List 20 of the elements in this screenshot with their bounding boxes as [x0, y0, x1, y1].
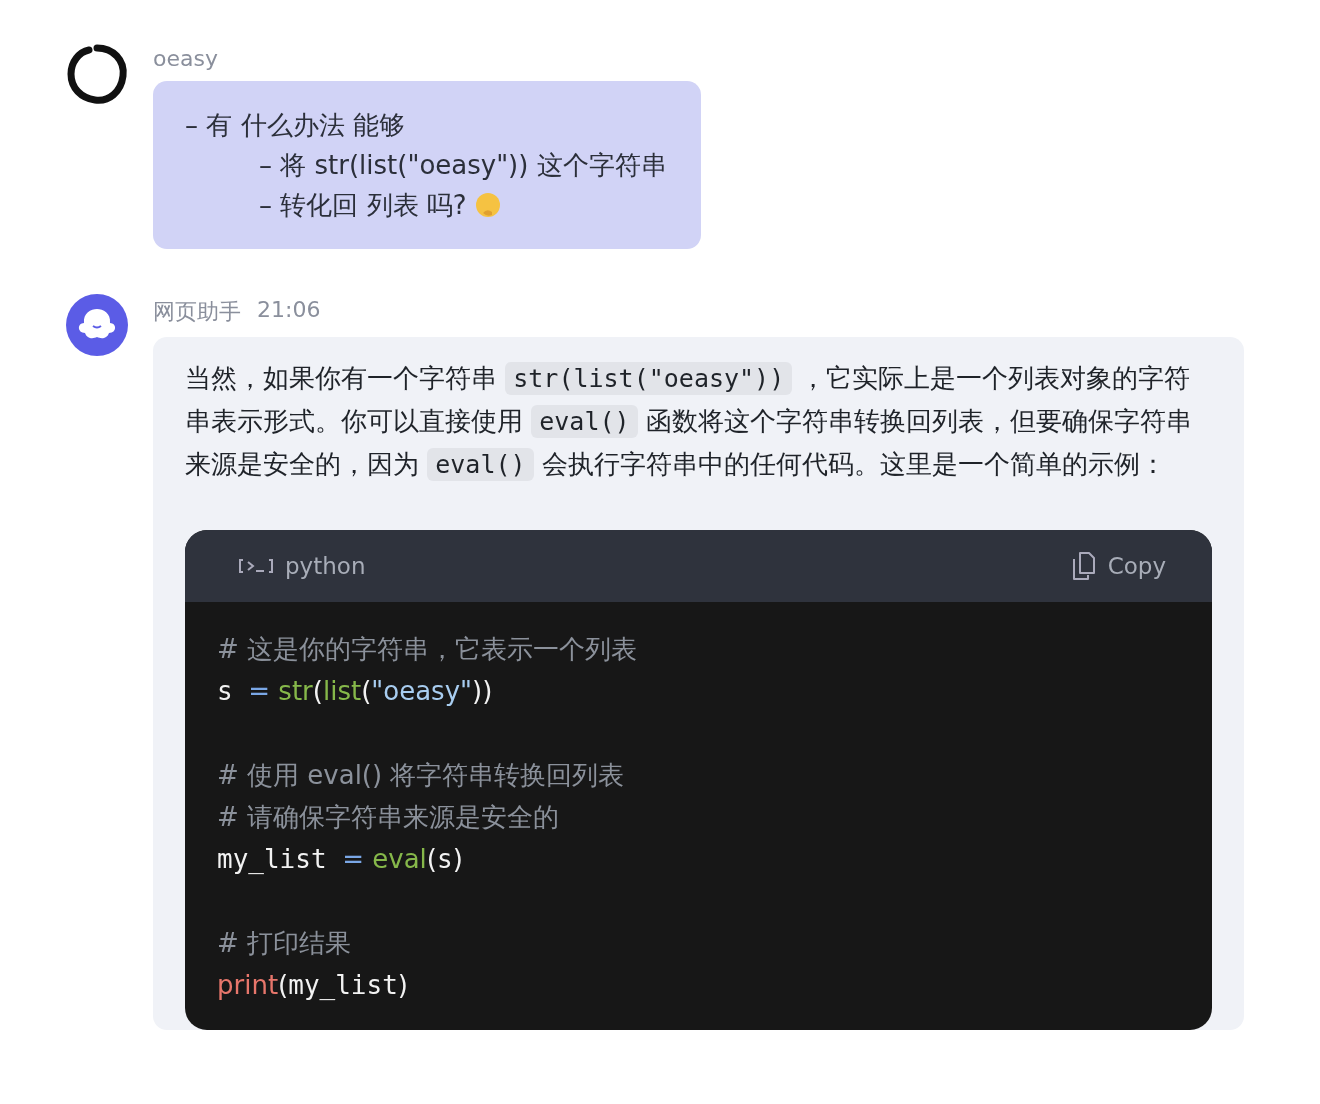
ink-circle-avatar	[65, 42, 129, 106]
message-line: – 将 str(list("oeasy")) 这个字符串	[259, 149, 667, 182]
code-line: # 这是你的字符串，它表示一个列表	[217, 633, 639, 666]
code-line: # 打印结果	[217, 927, 353, 960]
code-line: # 请确保字符串来源是安全的	[217, 801, 561, 834]
code-line: s = str(list("oeasy"))	[217, 675, 494, 708]
message-paragraph: 当然，如果你有一个字符串 str(list("oeasy")) ，它实际上是一个列表对象的字符串表示形式。你可以直接使用 eval() 函数将这个字符串转换回列表，但要确保字符串来源是安全的，因为 eval() 会执行字符串中的任何代码。这里是一个简单的示例：	[185, 361, 1193, 483]
message-line: – 转化回 列表 吗?	[259, 189, 467, 222]
message-line: – 有 什么办法 能够	[185, 109, 405, 142]
author-name: 网页助手	[153, 298, 241, 326]
author-name: oeasy	[153, 46, 218, 71]
code-language: python	[285, 553, 367, 579]
code-line: print(my_list)	[217, 969, 409, 1002]
terminal-icon	[239, 558, 273, 574]
code-line: my_list = eval(s)	[217, 843, 464, 876]
copy-button[interactable]: Copy	[1071, 551, 1166, 581]
code-line: # 使用 eval() 将字符串转换回列表	[217, 759, 626, 792]
copy-icon	[1071, 551, 1096, 581]
ghost-avatar	[65, 293, 129, 357]
message-time: 21:06	[257, 297, 321, 324]
